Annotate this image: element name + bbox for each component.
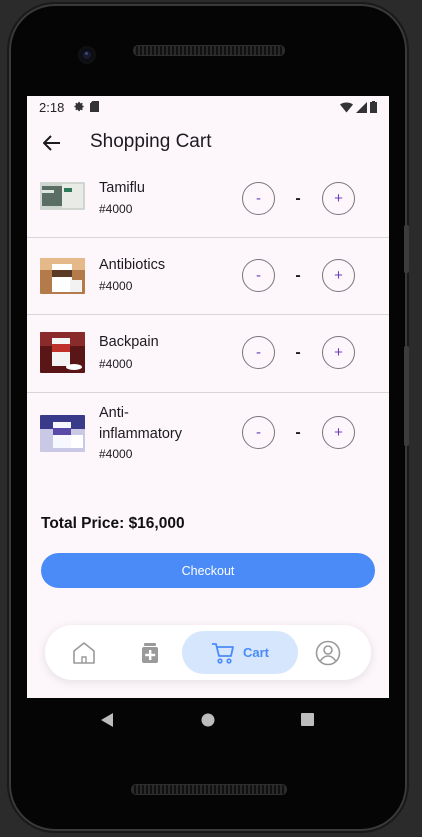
- decrease-quantity-button[interactable]: -: [242, 336, 275, 369]
- product-image: [40, 182, 85, 210]
- increase-quantity-button[interactable]: +: [322, 336, 355, 369]
- decrease-quantity-button[interactable]: -: [242, 259, 275, 292]
- cart-item: Antibiotics #4000 - - +: [27, 237, 389, 315]
- product-image: [40, 258, 85, 294]
- recents-square-icon[interactable]: [301, 713, 314, 726]
- product-price: #4000: [99, 357, 133, 371]
- bottom-nav: Cart: [45, 625, 371, 680]
- signal-icon: [356, 101, 367, 113]
- decrease-quantity-button[interactable]: -: [242, 182, 275, 215]
- status-bar: 2:18: [27, 96, 389, 118]
- settings-icon: [74, 101, 84, 112]
- nav-medicine[interactable]: [125, 625, 175, 680]
- quantity-value: -: [295, 344, 301, 361]
- checkout-button[interactable]: Checkout: [41, 553, 375, 588]
- nav-cart-label: Cart: [242, 645, 269, 660]
- cart-item: Backpain #4000 - - +: [27, 314, 389, 393]
- system-nav-bar: [27, 698, 389, 742]
- power-button: [404, 346, 409, 446]
- app-screen: 2:18 Shopping Cart Tamiflu #4000 - - + A…: [27, 96, 389, 698]
- increase-quantity-button[interactable]: +: [322, 182, 355, 215]
- increase-quantity-button[interactable]: +: [322, 416, 355, 449]
- increase-quantity-button[interactable]: +: [322, 259, 355, 292]
- page-title: Shopping Cart: [90, 131, 212, 152]
- nav-cart[interactable]: Cart: [182, 625, 298, 680]
- profile-icon: [315, 640, 341, 665]
- back-triangle-icon[interactable]: [101, 713, 113, 727]
- battery-icon: [370, 101, 377, 113]
- quantity-value: -: [295, 424, 301, 441]
- volume-button: [404, 225, 409, 273]
- product-price: #4000: [99, 447, 133, 461]
- cart-item: Tamiflu #4000 - - +: [27, 168, 389, 238]
- top-speaker: [133, 45, 285, 56]
- wifi-icon: [340, 101, 353, 112]
- bottom-speaker: [131, 784, 287, 795]
- product-image: [40, 415, 85, 452]
- sd-card-icon: [90, 101, 99, 112]
- nav-profile[interactable]: [303, 625, 353, 680]
- front-camera: [80, 48, 94, 62]
- cart-icon: [211, 642, 234, 664]
- product-name: Anti- inflammatory: [99, 405, 182, 442]
- home-icon: [73, 641, 95, 664]
- medicine-icon: [142, 642, 158, 663]
- cart-item: Anti- inflammatory #4000 - - +: [27, 392, 389, 480]
- app-bar: Shopping Cart: [27, 118, 389, 168]
- product-price: #4000: [99, 279, 133, 293]
- back-button[interactable]: [39, 130, 65, 156]
- product-price: #4000: [99, 202, 133, 216]
- arrow-back-icon: [43, 135, 60, 151]
- home-circle-icon[interactable]: [201, 713, 215, 727]
- product-name: Backpain: [99, 334, 159, 350]
- quantity-value: -: [295, 267, 301, 284]
- decrease-quantity-button[interactable]: -: [242, 416, 275, 449]
- status-time: 2:18: [39, 100, 65, 115]
- product-image: [40, 332, 85, 373]
- product-name: Antibiotics: [99, 257, 166, 273]
- nav-home[interactable]: [59, 625, 109, 680]
- quantity-value: -: [295, 190, 301, 207]
- product-name: Tamiflu: [99, 180, 145, 196]
- total-price: Total Price: $16,000: [41, 515, 185, 532]
